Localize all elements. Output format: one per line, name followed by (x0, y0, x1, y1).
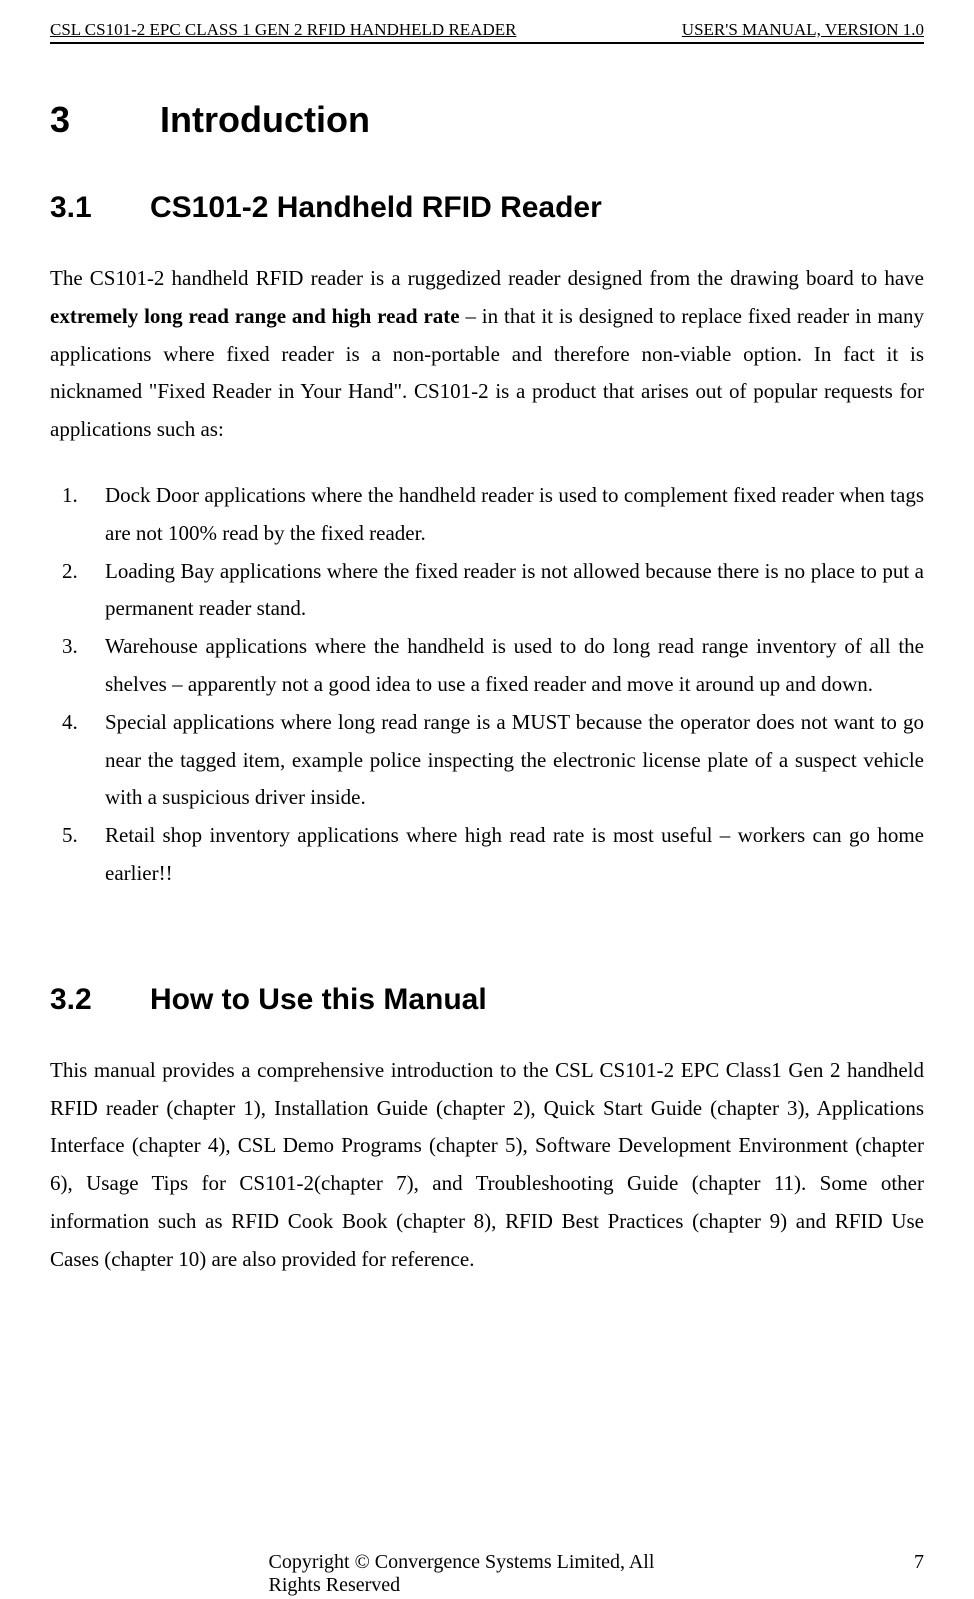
list-item: Warehouse applications where the handhel… (50, 628, 924, 704)
copyright-text: Copyright © Convergence Systems Limited,… (269, 1551, 706, 1597)
list-item: Dock Door applications where the handhel… (50, 477, 924, 553)
list-item: Special applications where long read ran… (50, 704, 924, 817)
chapter-title: Introduction (160, 99, 370, 140)
page-number: 7 (914, 1551, 924, 1574)
list-item: Loading Bay applications where the fixed… (50, 553, 924, 629)
manual-description-paragraph: This manual provides a comprehensive int… (50, 1052, 924, 1279)
list-item: Retail shop inventory applications where… (50, 817, 924, 893)
page-footer: Copyright © Convergence Systems Limited,… (50, 1551, 924, 1574)
para-bold: extremely long read range and high read … (50, 304, 460, 328)
header-left-text: CSL CS101-2 EPC CLASS 1 GEN 2 RFID HANDH… (50, 20, 516, 40)
chapter-heading: 3Introduction (50, 99, 924, 141)
section-heading-3-2: 3.2How to Use this Manual (50, 983, 924, 1017)
page-header: CSL CS101-2 EPC CLASS 1 GEN 2 RFID HANDH… (50, 20, 924, 44)
applications-list: Dock Door applications where the handhel… (50, 477, 924, 893)
section-title: How to Use this Manual (150, 983, 487, 1016)
section-number: 3.2 (50, 983, 150, 1017)
header-right-text: USER'S MANUAL, VERSION 1.0 (682, 20, 924, 40)
section-title: CS101-2 Handheld RFID Reader (150, 191, 602, 224)
section-heading-3-1: 3.1CS101-2 Handheld RFID Reader (50, 191, 924, 225)
intro-paragraph: The CS101-2 handheld RFID reader is a ru… (50, 260, 924, 449)
section-number: 3.1 (50, 191, 150, 225)
chapter-number: 3 (50, 99, 160, 141)
para-pre: The CS101-2 handheld RFID reader is a ru… (50, 266, 924, 290)
